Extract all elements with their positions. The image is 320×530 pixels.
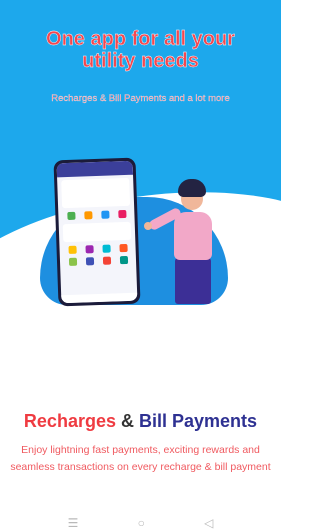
person-illustration <box>144 176 236 306</box>
headline-recharges: Recharges <box>23 411 116 431</box>
hero-banner: One app for all your utility needs Recha… <box>0 0 281 318</box>
app-tile-icon <box>67 245 77 255</box>
system-navigation-bar: ☰ ○ ◁ <box>0 516 281 530</box>
app-tile-icon <box>117 209 127 219</box>
person-hand <box>144 222 152 230</box>
phone-screen-header <box>56 160 134 178</box>
app-tile-icon <box>84 245 94 254</box>
app-tile-icon <box>101 244 111 253</box>
app-tile-icon <box>102 256 111 265</box>
phone-screen-icon-row <box>64 255 132 267</box>
person-hair <box>178 179 206 197</box>
phone-screen-bottom-nav <box>61 292 138 304</box>
app-tile-icon <box>119 255 128 265</box>
feature-description: Enjoy lightning fast payments, exciting … <box>10 444 271 473</box>
back-triangle-icon[interactable]: ◁ <box>204 517 213 529</box>
app-tile-icon <box>83 211 93 220</box>
headline-bill-payments: Bill Payments <box>139 411 258 431</box>
headline-ampersand: & <box>121 411 134 431</box>
phone-screen-card <box>61 177 131 209</box>
hero-title-line-2: utility needs <box>82 50 199 72</box>
person-pants <box>175 258 211 304</box>
app-tile-icon <box>68 257 77 267</box>
hero-title: One app for all your utility needs <box>0 28 281 72</box>
hero-title-line-1: One app for all your <box>46 28 235 50</box>
app-tile-icon <box>85 257 94 266</box>
app-tile-icon <box>100 210 110 219</box>
page-headline: Recharges & Bill Payments <box>0 410 281 432</box>
phone-illustration <box>53 157 141 307</box>
app-tile-icon <box>118 243 128 253</box>
phone-screen-card <box>62 221 132 243</box>
menu-icon[interactable]: ☰ <box>68 517 79 529</box>
person-torso <box>174 212 212 260</box>
app-tile-icon <box>66 211 76 221</box>
hero-subtitle: Recharges & Bill Payments and a lot more <box>51 93 230 104</box>
home-circle-icon[interactable]: ○ <box>138 517 145 529</box>
phone-screen-icon-row <box>63 243 131 255</box>
phone-screen <box>56 160 138 304</box>
phone-screen-icon-row <box>62 209 130 221</box>
